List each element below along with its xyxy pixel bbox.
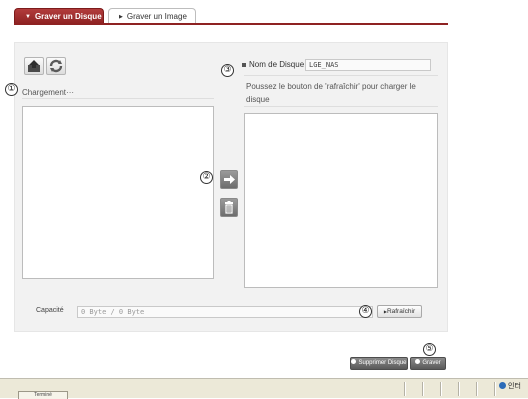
- tab-underline: [14, 23, 448, 25]
- divider: [244, 106, 438, 107]
- status-cell: [422, 382, 424, 396]
- status-cell: [458, 382, 460, 396]
- marker-5: ⑤: [423, 343, 436, 356]
- upload-button[interactable]: [24, 57, 44, 75]
- source-file-list[interactable]: [22, 106, 214, 279]
- disc-name-label: Nom de Disque: [249, 60, 305, 69]
- delete-item-button[interactable]: [220, 198, 238, 217]
- refresh-hint-text: Poussez le bouton de 'rafraîchir' pour c…: [246, 82, 416, 104]
- loading-label: Chargement···: [22, 88, 75, 97]
- disc-name-input[interactable]: LGE_NAS: [305, 59, 431, 71]
- bullet-icon: [415, 359, 421, 364]
- reload-button[interactable]: [46, 57, 66, 75]
- burn-button[interactable]: Graver: [410, 357, 446, 370]
- refresh-icon: [49, 59, 63, 73]
- tab-graver-un-disque[interactable]: ▼ Graver un Disque: [14, 8, 104, 24]
- tab-label: Graver un Disque: [34, 12, 102, 21]
- refresh-label: Rafraîchir: [386, 308, 416, 315]
- marker-4: ④: [359, 305, 372, 318]
- add-to-disc-button[interactable]: [220, 170, 238, 189]
- status-cell: [476, 382, 478, 396]
- divider: [22, 98, 214, 99]
- browser-status-bar: 인터: [0, 378, 528, 398]
- upload-icon: [28, 60, 40, 72]
- delete-disc-label: Supprimer Disque: [358, 360, 407, 366]
- security-zone: 인터: [499, 381, 521, 391]
- globe-icon: [499, 382, 506, 389]
- status-tab: Terminé: [18, 391, 68, 399]
- burn-label: Graver: [422, 360, 441, 366]
- bullet-icon: [351, 359, 357, 364]
- marker-2: ②: [200, 171, 213, 184]
- trash-icon: [225, 201, 233, 214]
- divider: [244, 75, 438, 76]
- disc-content-list[interactable]: [244, 113, 438, 288]
- marker-3: ③: [221, 64, 234, 77]
- zone-text: 인터: [508, 383, 521, 390]
- capacity-value: 0 Byte / 0 Byte: [77, 306, 373, 318]
- tab-label: Graver un Image: [126, 12, 187, 21]
- square-bullet-icon: [242, 63, 246, 67]
- arrow-right-icon: [224, 175, 235, 184]
- status-cell: [404, 382, 406, 396]
- status-cell: [494, 382, 496, 396]
- status-cell: [440, 382, 442, 396]
- capacity-label: Capacité: [36, 307, 64, 314]
- tab-graver-un-image[interactable]: ▶ Graver un Image: [108, 8, 196, 24]
- delete-disc-button[interactable]: Supprimer Disque: [350, 357, 408, 370]
- marker-1: ①: [5, 83, 18, 96]
- refresh-button[interactable]: ▶Rafraîchir: [377, 305, 422, 318]
